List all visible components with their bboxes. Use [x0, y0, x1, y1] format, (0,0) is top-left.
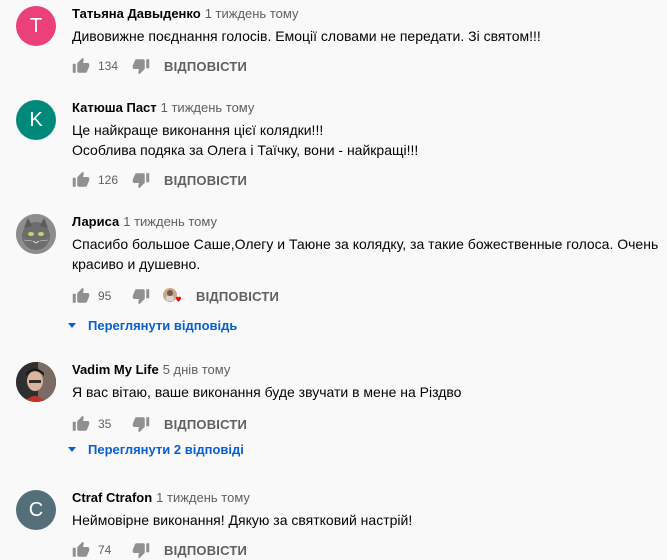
- comment-line: Неймовірне виконання! Дякую за святковий…: [72, 512, 413, 528]
- thumb-down-icon[interactable]: [132, 57, 150, 75]
- chevron-down-icon: [68, 447, 76, 452]
- thumb-down-icon[interactable]: [132, 287, 150, 305]
- comment-line: Це найкраще виконання цієї колядки!!!: [72, 122, 324, 138]
- thumb-up-icon[interactable]: [72, 541, 90, 559]
- comment-text: Це найкраще виконання цієї колядки!!! Ос…: [72, 120, 418, 160]
- avatar[interactable]: C: [16, 490, 56, 530]
- like-count: 134: [98, 59, 119, 73]
- comment-line: Спасибо большое Саше,Олегу и Таюне за ко…: [72, 236, 659, 252]
- comment-time[interactable]: 1 тиждень тому: [156, 490, 250, 505]
- thumb-down-icon[interactable]: [132, 171, 150, 189]
- comment-line: красиво и душевно.: [72, 256, 201, 272]
- avatar-letter: T: [29, 14, 43, 37]
- thumb-down-icon[interactable]: [132, 415, 150, 433]
- comment-actions: 35 ВІДПОВІСТИ: [72, 414, 247, 434]
- reply-button[interactable]: ВІДПОВІСТИ: [164, 417, 247, 432]
- author-name[interactable]: Лариса: [72, 214, 119, 229]
- comment-line: Я вас вітаю, ваше виконання буде звучати…: [72, 384, 462, 400]
- comment-actions: 134 ВІДПОВІСТИ: [72, 56, 247, 76]
- thumb-up-icon[interactable]: [72, 57, 90, 75]
- view-replies-button[interactable]: Переглянути відповідь: [68, 318, 237, 333]
- thumb-down-icon[interactable]: [132, 541, 150, 559]
- comment-text: Дивовижне поєднання голосів. Емоції слов…: [72, 26, 541, 46]
- cat-photo-avatar-icon: [16, 214, 56, 254]
- comment-actions: 126 ВІДПОВІСТИ: [72, 170, 247, 190]
- avatar[interactable]: K: [16, 100, 56, 140]
- thumb-up-icon[interactable]: [72, 287, 90, 305]
- like-count: 126: [98, 173, 119, 187]
- reply-button[interactable]: ВІДПОВІСТИ: [164, 173, 247, 188]
- comment-time[interactable]: 1 тиждень тому: [123, 214, 217, 229]
- thumb-up-icon[interactable]: [72, 415, 90, 433]
- comment-text: Я вас вітаю, ваше виконання буде звучати…: [72, 382, 461, 402]
- comment-text: Неймовірне виконання! Дякую за святковий…: [72, 510, 412, 530]
- comment-header: Лариса 1 тиждень тому: [72, 214, 217, 229]
- like-count: 95: [98, 289, 112, 303]
- comment-header: Vadim My Life 5 днів тому: [72, 362, 230, 377]
- comment-header: Татьяна Давыденко 1 тиждень тому: [72, 6, 298, 21]
- comment-time[interactable]: 1 тиждень тому: [161, 100, 255, 115]
- comment-time[interactable]: 1 тиждень тому: [205, 6, 299, 21]
- author-name[interactable]: Катюша Паст: [72, 100, 157, 115]
- comment-text: Спасибо большое Саше,Олегу и Таюне за ко…: [72, 234, 658, 274]
- view-replies-button[interactable]: Переглянути 2 відповіді: [68, 442, 244, 457]
- avatar[interactable]: [16, 214, 56, 254]
- comment-header: Ctraf Ctrafon 1 тиждень тому: [72, 490, 250, 505]
- reply-button[interactable]: ВІДПОВІСТИ: [196, 289, 279, 304]
- comment-actions: 74 ВІДПОВІСТИ: [72, 540, 247, 560]
- author-name[interactable]: Ctraf Ctrafon: [72, 490, 152, 505]
- avatar-letter: K: [29, 108, 43, 131]
- comment-line: Дивовижне поєднання голосів. Емоції слов…: [72, 28, 541, 44]
- reply-button[interactable]: ВІДПОВІСТИ: [164, 59, 247, 74]
- view-replies-label: Переглянути відповідь: [88, 318, 238, 333]
- person-photo-avatar-icon: [16, 362, 56, 402]
- chevron-down-icon: [68, 323, 76, 328]
- comment-header: Катюша Паст 1 тиждень тому: [72, 100, 254, 115]
- avatar[interactable]: T: [16, 6, 56, 46]
- avatar[interactable]: [16, 362, 56, 402]
- author-name[interactable]: Vadim My Life: [72, 362, 159, 377]
- like-count: 35: [98, 417, 112, 431]
- creator-heart-icon: [162, 287, 182, 305]
- comment-actions: 95 ВІДПОВІСТИ: [72, 286, 279, 306]
- like-count: 74: [98, 543, 112, 557]
- avatar-letter: C: [28, 498, 44, 521]
- author-name[interactable]: Татьяна Давыденко: [72, 6, 201, 21]
- comment-line: Особлива подяка за Олега і Таїчку, вони …: [72, 142, 419, 158]
- reply-button[interactable]: ВІДПОВІСТИ: [164, 543, 247, 558]
- view-replies-label: Переглянути 2 відповіді: [88, 442, 244, 457]
- thumb-up-icon[interactable]: [72, 171, 90, 189]
- comment-time[interactable]: 5 днів тому: [163, 362, 231, 377]
